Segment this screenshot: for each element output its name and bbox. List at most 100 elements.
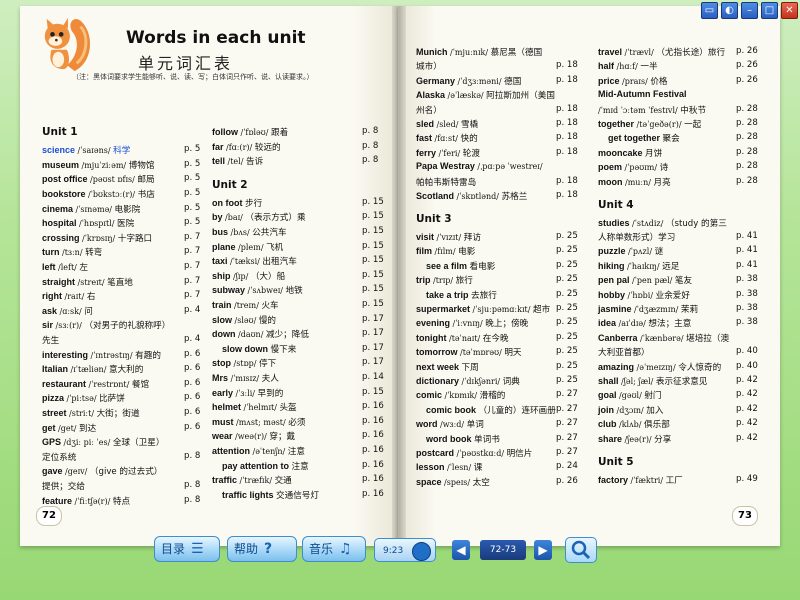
vocab-page-ref: p. 18 bbox=[556, 175, 578, 186]
vocab-word: idea bbox=[598, 318, 619, 329]
vocab-entry: get /get/ 到达 bbox=[42, 422, 96, 434]
music-button[interactable]: 音乐 ♫ bbox=[302, 536, 366, 562]
left-page: Words in each unit 单元词汇表 （注：黑体词要求学生能够听、说… bbox=[20, 6, 398, 546]
theme-icon[interactable]: ◐ bbox=[721, 2, 738, 19]
vocab-phonetic: /ˈtrævl/ bbox=[624, 48, 657, 57]
vocab-page-ref: p. 42 bbox=[736, 389, 758, 400]
close-icon[interactable]: ✕ bbox=[781, 2, 798, 19]
vocab-word: studies bbox=[598, 217, 633, 228]
vocab-word: follow bbox=[212, 127, 241, 137]
vocab-word: Alaska bbox=[416, 90, 448, 101]
vocab-meaning: 轮渡 bbox=[462, 148, 480, 159]
next-page-button[interactable]: ▶ bbox=[534, 540, 552, 560]
vocab-entry: postcard /ˈpəʊstkɑːd/ 明信片 bbox=[416, 447, 532, 459]
vocab-page-ref: p. 18 bbox=[556, 146, 578, 157]
vocab-page-ref: p. 6 bbox=[184, 392, 201, 403]
vocab-meaning: 头盔 bbox=[279, 403, 297, 414]
vocab-meaning: 科学 bbox=[113, 146, 131, 157]
vocab-word: pizza bbox=[42, 393, 67, 404]
vocab-phonetic: /ˈhelmɪt/ bbox=[243, 403, 280, 413]
vocab-page-ref: p. 42 bbox=[736, 375, 758, 386]
unit-heading: Unit 1 bbox=[42, 126, 78, 138]
search-button[interactable] bbox=[565, 537, 597, 563]
vocab-entry: by /baɪ/ （表示方式）乘 bbox=[212, 211, 306, 223]
vocab-page-ref: p. 27 bbox=[556, 432, 578, 443]
vocab-word: get together bbox=[608, 133, 663, 144]
vocab-entry: visit /ˈvɪzɪt/ 拜访 bbox=[416, 231, 481, 243]
vocab-word: get bbox=[42, 422, 59, 433]
vocab-phonetic: /ˈpʌzl/ bbox=[628, 247, 655, 257]
squirrel-mascot-icon bbox=[44, 17, 91, 72]
vocab-word: interesting bbox=[42, 349, 91, 360]
help-button[interactable]: 帮助 ? bbox=[227, 536, 297, 562]
vocab-meaning: 慢的 bbox=[258, 315, 277, 326]
vocab-meaning: 茉莉 bbox=[680, 305, 699, 316]
vocab-meaning: 电影院 bbox=[114, 204, 141, 215]
vocab-page-ref: p. 25 bbox=[556, 346, 578, 357]
vocab-page-ref: p. 15 bbox=[362, 386, 384, 397]
unit-heading: Unit 2 bbox=[212, 178, 248, 191]
vocab-entry: idea /aɪˈdɪə/ 想法；主意 bbox=[598, 317, 691, 329]
vocab-phonetic: /tɜːn/ bbox=[62, 248, 86, 258]
vocab-page-ref: p. 17 bbox=[362, 313, 384, 324]
vocab-word: GPS bbox=[42, 437, 64, 448]
minimize-icon[interactable]: – bbox=[741, 2, 758, 19]
vocab-page-ref: p. 28 bbox=[736, 161, 758, 172]
vocab-meaning: 笔直地 bbox=[107, 277, 133, 288]
vocab-word: puzzle bbox=[598, 246, 629, 257]
prev-page-button[interactable]: ◀ bbox=[452, 540, 470, 560]
vocab-page-ref: p. 15 bbox=[362, 196, 384, 207]
vocab-word: trip bbox=[416, 275, 433, 286]
vocab-page-ref: p. 5 bbox=[184, 202, 201, 213]
vocab-page-ref: p. 42 bbox=[736, 418, 758, 429]
vocab-entry: next week 下周 bbox=[416, 361, 479, 373]
vocab-word: next week bbox=[416, 361, 462, 372]
vocab-phonetic: /ˈfiːtʃə(r)/ bbox=[74, 496, 113, 506]
vocab-word: on foot bbox=[212, 197, 245, 208]
vocab-page-ref: p. 8 bbox=[184, 480, 201, 491]
vocab-phonetic: /gəʊl/ bbox=[619, 391, 645, 401]
vocab-entry: slow /sləʊ/ 慢的 bbox=[212, 314, 276, 326]
vocab-phonetic: /təˈmɒrəʊ/ bbox=[460, 348, 505, 358]
vocab-word: street bbox=[42, 408, 70, 419]
vocab-page-ref: p. 41 bbox=[736, 259, 758, 270]
contents-button[interactable]: 目录 ☰ bbox=[154, 536, 220, 562]
maximize-icon[interactable]: □ bbox=[761, 2, 778, 19]
vocab-phonetic: /daʊn/ bbox=[238, 330, 266, 340]
vocab-meaning: 单词书 bbox=[474, 434, 500, 445]
vocab-word: poem bbox=[598, 162, 625, 173]
vocab-phonetic: /ʃeə(r)/ bbox=[624, 434, 655, 444]
vocab-entry: bus /bʌs/ 公共汽车 bbox=[212, 226, 287, 238]
vocab-word: tonight bbox=[416, 332, 449, 343]
vocab-word: lesson bbox=[416, 462, 448, 473]
vocab-entry: gave /geɪv/ （give 的过去式） bbox=[42, 465, 162, 477]
vocab-page-ref: p. 40 bbox=[736, 360, 758, 371]
vocab-meaning: 医院 bbox=[116, 219, 135, 230]
vocab-meaning: 诗 bbox=[659, 163, 669, 174]
window-controls: ▭ ◐ – □ ✕ bbox=[701, 2, 798, 19]
vocab-meaning: 慕尼黑（德国 bbox=[490, 48, 543, 58]
vocab-phonetic: /mʌst; məst/ bbox=[236, 417, 289, 427]
vocab-meaning: 大街；街道 bbox=[96, 409, 140, 420]
vocab-meaning: 州名） bbox=[416, 105, 442, 116]
vocab-page-ref: p. 24 bbox=[556, 461, 578, 472]
vocab-entry: fast /fɑːst/ 快的 bbox=[416, 132, 478, 144]
vocab-phonetic: /wɜːd/ bbox=[440, 420, 467, 430]
vocab-phonetic: /ˈfæktri/ bbox=[630, 475, 666, 485]
vocab-meaning: 特点 bbox=[112, 496, 131, 507]
vocab-meaning: 大利亚首都） bbox=[598, 348, 650, 359]
vocab-meaning: 地铁 bbox=[285, 286, 303, 297]
vocab-entry: cinema /ˈsɪnəmə/ 电影院 bbox=[42, 203, 140, 215]
vocab-word: slow down bbox=[222, 343, 271, 354]
vocab-word: amazing bbox=[598, 361, 637, 372]
page-title: Words in each unit bbox=[126, 28, 306, 48]
vocab-page-ref: p. 42 bbox=[736, 432, 758, 443]
vocab-entry: evening /ˈiːvnɪŋ/ 晚上；傍晚 bbox=[416, 317, 528, 329]
vocab-phonetic: /fɪlm/ bbox=[434, 247, 459, 257]
vocab-meaning: 一起 bbox=[684, 120, 702, 130]
window-menu-icon[interactable]: ▭ bbox=[701, 2, 718, 19]
vocab-meaning: 先生 bbox=[42, 336, 60, 347]
vocab-meaning: 词典 bbox=[502, 377, 520, 388]
vocab-entry: tell /tel/ 告诉 bbox=[212, 155, 263, 167]
vocab-phonetic: /fɑː(r)/ bbox=[226, 142, 255, 152]
